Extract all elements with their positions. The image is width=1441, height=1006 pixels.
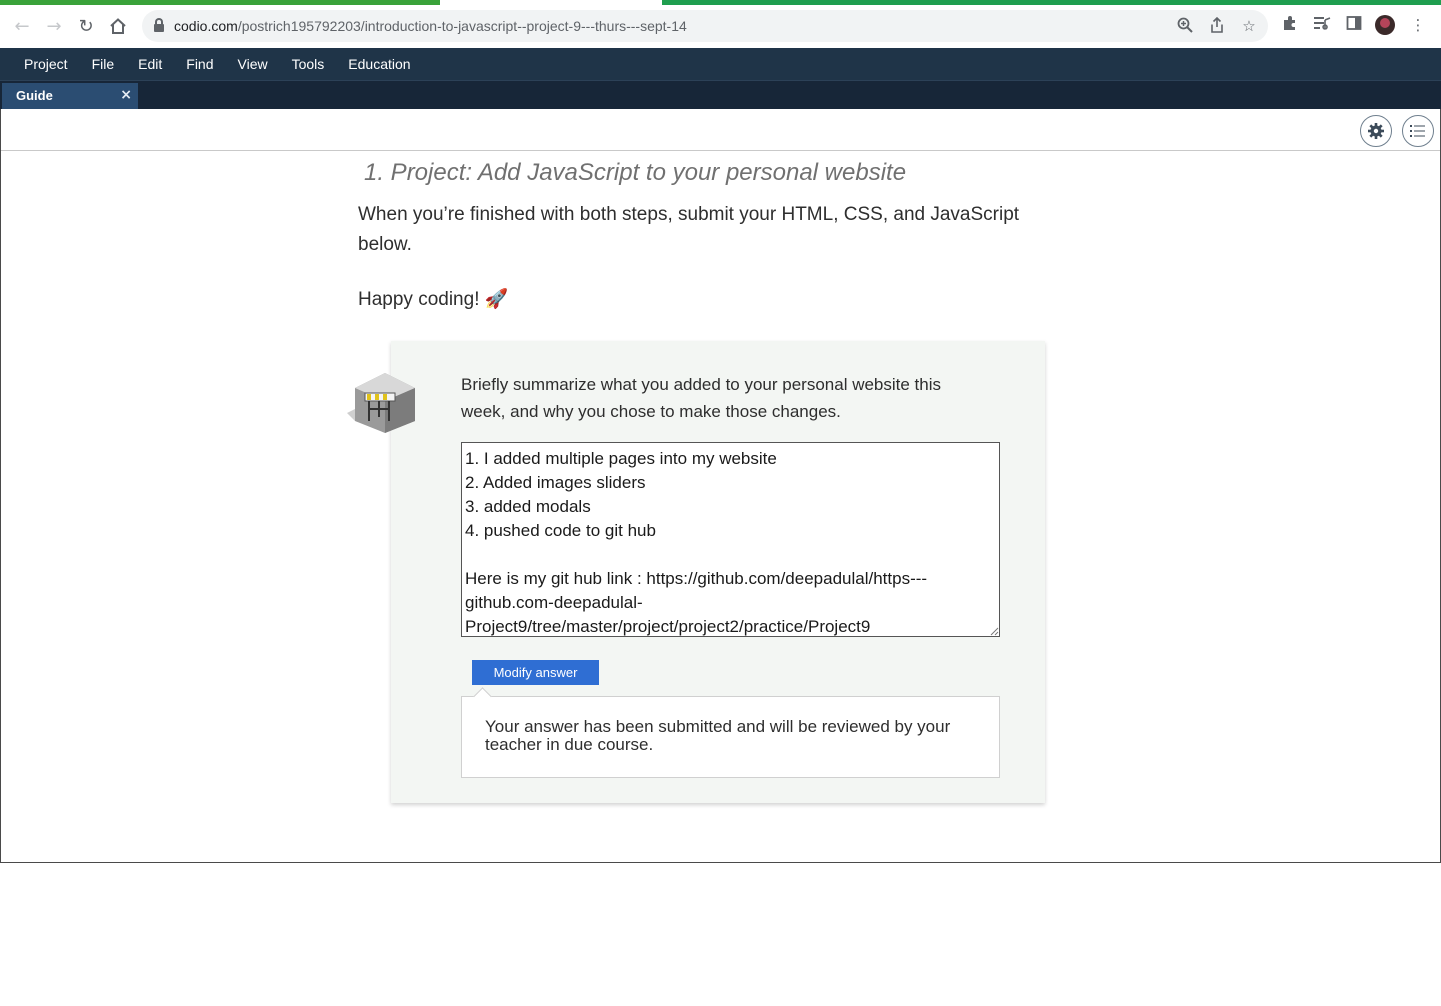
modify-answer-button[interactable]: Modify answer bbox=[472, 660, 599, 685]
intro-text: When you’re finished with both steps, su… bbox=[358, 204, 1020, 255]
menu-project[interactable]: Project bbox=[12, 48, 80, 80]
free-text-question: Briefly summarize what you added to your… bbox=[347, 341, 1045, 803]
app-menubar: Project File Edit Find View Tools Educat… bbox=[0, 48, 1441, 80]
tab-guide[interactable]: Guide × bbox=[2, 83, 138, 110]
share-icon[interactable] bbox=[1208, 16, 1226, 35]
assessment-cube-icon bbox=[347, 371, 417, 435]
star-icon[interactable]: ☆ bbox=[1240, 17, 1258, 35]
submission-feedback: Your answer has been submitted and will … bbox=[461, 696, 1000, 778]
puzzle-icon[interactable] bbox=[1280, 15, 1300, 35]
menu-file[interactable]: File bbox=[80, 48, 127, 80]
reading-list-icon[interactable] bbox=[1312, 15, 1332, 35]
answer-textarea[interactable]: 1. I added multiple pages into my websit… bbox=[461, 442, 1000, 637]
page-title: 1. Project: Add JavaScript to your perso… bbox=[364, 159, 907, 186]
menu-education[interactable]: Education bbox=[336, 48, 422, 80]
kebab-menu-icon[interactable]: ⋮ bbox=[1408, 15, 1428, 35]
close-icon[interactable]: × bbox=[120, 87, 132, 103]
list-icon[interactable] bbox=[1402, 115, 1434, 147]
menu-find[interactable]: Find bbox=[174, 48, 225, 80]
side-panel-icon[interactable] bbox=[1344, 15, 1364, 35]
url-path: /postrich195792203/introduction-to-javas… bbox=[237, 18, 687, 34]
home-icon[interactable] bbox=[106, 14, 130, 38]
forward-arrow-icon[interactable]: → bbox=[42, 14, 66, 38]
happy-coding-text: Happy coding! 🚀 bbox=[358, 289, 509, 310]
url-domain: codio.com bbox=[174, 18, 238, 34]
menu-tools[interactable]: Tools bbox=[280, 48, 337, 80]
tab-strip-indicator bbox=[662, 0, 1441, 5]
menu-edit[interactable]: Edit bbox=[126, 48, 174, 80]
browser-toolbar: ← → ↻ codio.com/postrich195792203/introd… bbox=[0, 0, 1441, 48]
feedback-text: Your answer has been submitted and will … bbox=[485, 717, 951, 754]
tab-label: Guide bbox=[16, 88, 53, 103]
menu-view[interactable]: View bbox=[226, 48, 280, 80]
address-bar[interactable]: codio.com/postrich195792203/introduction… bbox=[142, 10, 1268, 42]
question-prompt: Briefly summarize what you added to your… bbox=[461, 375, 942, 421]
editor-tabbar: Guide × bbox=[0, 80, 1441, 110]
reload-icon[interactable]: ↻ bbox=[74, 14, 98, 38]
tab-strip-indicator bbox=[0, 0, 440, 5]
guide-toolbar bbox=[1, 109, 1440, 151]
back-arrow-icon[interactable]: ← bbox=[10, 14, 34, 38]
guide-pane: 1. Project: Add JavaScript to your perso… bbox=[0, 109, 1441, 863]
profile-avatar[interactable] bbox=[1375, 15, 1395, 35]
url-text[interactable]: codio.com/postrich195792203/introduction… bbox=[174, 18, 687, 34]
resize-grip-icon[interactable] bbox=[990, 627, 999, 636]
zoom-icon[interactable] bbox=[1176, 17, 1194, 35]
lock-icon[interactable] bbox=[154, 18, 164, 32]
gear-icon[interactable] bbox=[1360, 115, 1392, 147]
